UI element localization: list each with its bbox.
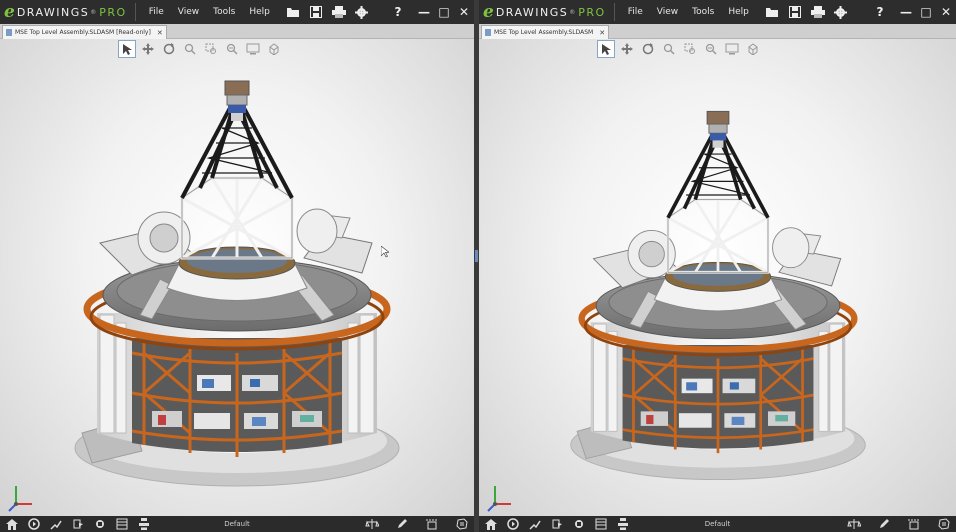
configuration-label[interactable]: Default — [224, 520, 250, 528]
telescope-assembly-model[interactable] — [568, 85, 868, 485]
print-icon[interactable] — [810, 4, 826, 20]
zoom-fit-icon[interactable] — [702, 40, 720, 58]
title-bar: e DRAWINGS ® PRO File View Tools Help ? — □… — [0, 0, 474, 24]
tab-close-icon[interactable]: ✕ — [157, 29, 163, 37]
record-icon[interactable] — [92, 517, 108, 531]
edrawings-window-left: e DRAWINGS ® PRO File View Tools Help ? — □… — [0, 0, 474, 532]
select-icon[interactable] — [597, 40, 615, 58]
tab-close-icon[interactable]: ✕ — [599, 29, 605, 37]
menu-view[interactable]: View — [650, 7, 685, 17]
title-bar: e DRAWINGS ® PRO File View Tools Help ? — □… — [479, 0, 956, 24]
home-icon[interactable] — [483, 517, 499, 531]
explode-icon[interactable] — [136, 517, 152, 531]
stamp-icon[interactable] — [454, 517, 470, 531]
settings-icon[interactable] — [833, 4, 849, 20]
close-icon[interactable]: ✕ — [454, 5, 474, 19]
walkthrough-icon[interactable] — [549, 517, 565, 531]
window-controls: ? — □ ✕ — [388, 0, 474, 24]
save-icon[interactable] — [787, 4, 803, 20]
close-icon[interactable]: ✕ — [936, 5, 956, 19]
assembly-file-icon — [6, 29, 12, 36]
document-tab-bar: MSE Top Level Assembly.SLDASM ✕ — [479, 24, 956, 39]
document-tab-title: MSE Top Level Assembly.SLDASM [Read-only… — [15, 29, 151, 36]
settings-icon[interactable] — [354, 4, 370, 20]
components-icon[interactable] — [593, 517, 609, 531]
components-icon[interactable] — [114, 517, 130, 531]
document-tab[interactable]: MSE Top Level Assembly.SLDASM ✕ — [481, 25, 610, 39]
maximize-icon[interactable]: □ — [916, 5, 936, 19]
telescope-assembly-model[interactable] — [72, 53, 402, 491]
assembly-file-icon — [485, 29, 491, 36]
edrawings-logo: e DRAWINGS ® PRO — [483, 2, 606, 22]
help-icon[interactable]: ? — [388, 5, 408, 19]
open-icon[interactable] — [764, 4, 780, 20]
stamp-icon[interactable] — [936, 517, 952, 531]
bottom-toolbar: Default — [0, 516, 474, 532]
play-icon[interactable] — [505, 517, 521, 531]
maximize-icon[interactable]: □ — [434, 5, 454, 19]
3d-viewport[interactable] — [479, 39, 956, 516]
save-icon[interactable] — [308, 4, 324, 20]
edrawings-logo: e DRAWINGS ® PRO — [4, 2, 127, 22]
edrawings-window-right: e DRAWINGS ® PRO File View Tools Help ? — □… — [479, 0, 956, 532]
window-controls: ? — □ ✕ — [870, 0, 956, 24]
display-style-icon[interactable] — [723, 40, 741, 58]
menu-file[interactable]: File — [142, 7, 171, 17]
print-icon[interactable] — [331, 4, 347, 20]
view-orientation-icon[interactable] — [744, 40, 762, 58]
zoom-area-icon[interactable] — [681, 40, 699, 58]
section-icon[interactable] — [424, 517, 440, 531]
axis-triad-icon — [8, 486, 32, 512]
hud-toolbar — [597, 40, 762, 58]
open-icon[interactable] — [285, 4, 301, 20]
document-tab[interactable]: MSE Top Level Assembly.SLDASM [Read-only… — [2, 25, 167, 39]
explode-icon[interactable] — [615, 517, 631, 531]
measure-icon[interactable] — [364, 517, 380, 531]
record-icon[interactable] — [571, 517, 587, 531]
minimize-icon[interactable]: — — [414, 5, 434, 19]
play-icon[interactable] — [26, 517, 42, 531]
home-icon[interactable] — [4, 517, 20, 531]
menu-tools[interactable]: Tools — [206, 7, 242, 17]
zoom-icon[interactable] — [660, 40, 678, 58]
menu-bar: File View Tools Help — [621, 7, 756, 17]
walkthrough-icon[interactable] — [70, 517, 86, 531]
menu-view[interactable]: View — [171, 7, 206, 17]
bottom-toolbar: Default — [479, 516, 956, 532]
document-tab-bar: MSE Top Level Assembly.SLDASM [Read-only… — [0, 24, 474, 39]
animate-icon[interactable] — [527, 517, 543, 531]
menu-tools[interactable]: Tools — [685, 7, 721, 17]
markup-icon[interactable] — [394, 517, 410, 531]
menu-file[interactable]: File — [621, 7, 650, 17]
markup-icon[interactable] — [876, 517, 892, 531]
menu-bar: File View Tools Help — [142, 7, 277, 17]
axis-triad-icon — [487, 486, 511, 512]
measure-icon[interactable] — [846, 517, 862, 531]
menu-help[interactable]: Help — [242, 7, 277, 17]
configuration-label[interactable]: Default — [705, 520, 731, 528]
3d-viewport[interactable] — [0, 39, 474, 516]
minimize-icon[interactable]: — — [896, 5, 916, 19]
rotate-icon[interactable] — [639, 40, 657, 58]
animate-icon[interactable] — [48, 517, 64, 531]
mouse-cursor — [381, 246, 389, 258]
document-tab-title: MSE Top Level Assembly.SLDASM — [494, 29, 594, 36]
menu-help[interactable]: Help — [721, 7, 756, 17]
help-icon[interactable]: ? — [870, 5, 890, 19]
section-icon[interactable] — [906, 517, 922, 531]
pan-icon[interactable] — [618, 40, 636, 58]
